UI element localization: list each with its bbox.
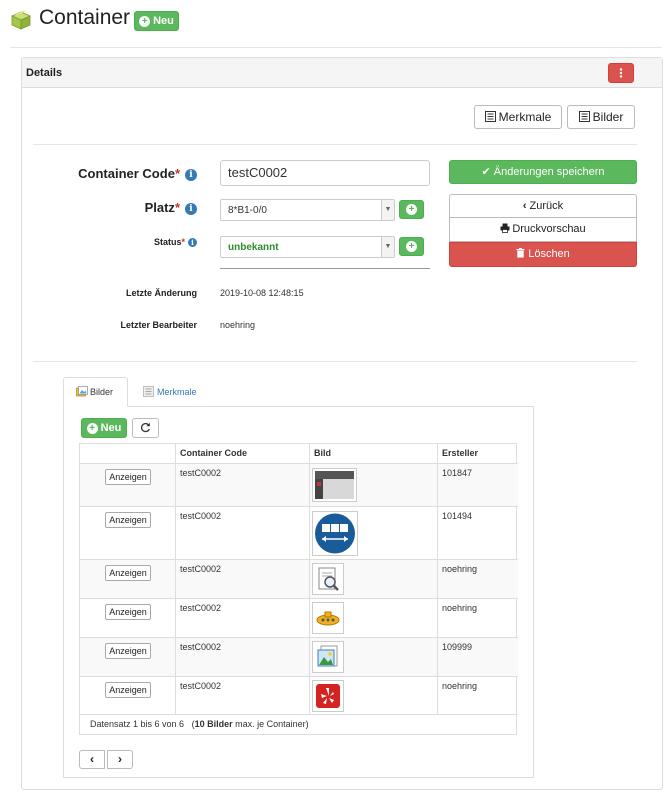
table-row: Anzeigen: [80, 599, 176, 638]
chevron-left-icon: ‹: [522, 200, 527, 212]
panel-menu-button[interactable]: [608, 63, 634, 83]
table-header-cell: Container Code: [176, 444, 310, 464]
last-change-value: 2019-10-08 12:48:15: [220, 288, 304, 298]
vertical-dots-icon: [619, 68, 623, 78]
show-button[interactable]: Anzeigen: [105, 643, 151, 659]
refresh-icon: [140, 422, 150, 433]
form-divider-top: [33, 144, 637, 145]
show-button[interactable]: Anzeigen: [105, 469, 151, 485]
back-button[interactable]: ‹ Zurück: [449, 194, 637, 218]
image-cell: [310, 560, 438, 599]
printer-icon: [500, 223, 510, 233]
image-cell: [310, 464, 438, 507]
container-code-input[interactable]: testC0002: [220, 160, 430, 186]
chevron-left-icon: ‹: [90, 752, 94, 766]
last-change-label: Letzte Änderung: [126, 288, 197, 298]
panel-heading: [22, 58, 662, 88]
creator-cell: 101847: [438, 464, 518, 507]
plus-icon: +: [86, 422, 98, 434]
place-select[interactable]: 8*B1-0/0 ▼: [220, 199, 395, 221]
show-button[interactable]: Anzeigen: [105, 604, 151, 620]
new-image-button[interactable]: + Neu: [81, 418, 127, 438]
list-icon: [578, 111, 590, 122]
chevron-down-icon: ▼: [381, 200, 394, 220]
new-container-button[interactable]: + Neu: [134, 11, 179, 31]
creator-cell: noehring: [438, 677, 518, 715]
blue-sign-icon[interactable]: [312, 511, 358, 556]
plus-icon: +: [406, 203, 417, 215]
place-label: Platz* i: [30, 200, 197, 215]
image-cell: [310, 677, 438, 715]
page-title: Container: [39, 6, 131, 29]
chevron-down-icon: ▼: [381, 237, 394, 257]
photo-thumbnail[interactable]: [312, 468, 357, 502]
table-row: Anzeigen: [80, 464, 176, 507]
previous-page-button[interactable]: ‹: [79, 750, 105, 769]
add-place-button[interactable]: +: [399, 200, 424, 219]
show-button[interactable]: Anzeigen: [105, 682, 151, 698]
refresh-button[interactable]: [132, 418, 159, 438]
creator-cell: noehring: [438, 560, 518, 599]
status-label: Status* i: [30, 237, 197, 248]
info-icon[interactable]: i: [188, 238, 197, 248]
show-button[interactable]: Anzeigen: [105, 512, 151, 528]
table-row: Anzeigen: [80, 677, 176, 715]
image-cell: [310, 638, 438, 677]
image-cell: [310, 507, 438, 560]
picture-icon[interactable]: [312, 641, 344, 673]
image-cell: [310, 599, 438, 638]
table-row: Anzeigen: [80, 507, 176, 560]
show-button[interactable]: Anzeigen: [105, 565, 151, 581]
table-row: Anzeigen: [80, 638, 176, 677]
table-header-cell: Ersteller: [438, 444, 518, 464]
code-cell: testC0002: [176, 638, 310, 677]
delete-button[interactable]: Löschen: [449, 242, 637, 267]
code-cell: testC0002: [176, 677, 310, 715]
status-underline: [220, 268, 430, 269]
code-cell: testC0002: [176, 464, 310, 507]
trash-icon: [516, 248, 525, 258]
plus-icon: +: [139, 15, 151, 27]
yelp-icon[interactable]: [312, 680, 344, 712]
chevron-right-icon: ›: [118, 752, 122, 766]
header-divider: [10, 47, 662, 48]
status-select[interactable]: unbekannt ▼: [220, 236, 395, 258]
submarine-icon[interactable]: [312, 602, 344, 634]
images-button[interactable]: Bilder: [567, 105, 635, 129]
table-row: Anzeigen: [80, 560, 176, 599]
container-logo-icon: [10, 9, 32, 31]
creator-cell: 101494: [438, 507, 518, 560]
container-code-label: Container Code* i: [30, 166, 197, 181]
table-header-cell: Bild: [310, 444, 438, 464]
code-cell: testC0002: [176, 560, 310, 599]
table-header-cell: [80, 444, 176, 464]
features-button[interactable]: Merkmale: [474, 105, 562, 129]
table-footer: Datensatz 1 bis 6 von 6 (10 Bilder max. …: [90, 719, 309, 729]
creator-cell: 109999: [438, 638, 518, 677]
images-table: Container Code Bild Ersteller Anzeigen t…: [79, 443, 518, 735]
notes-icon: [143, 386, 154, 397]
last-editor-value: noehring: [220, 320, 256, 330]
check-icon: ✔: [481, 166, 491, 178]
last-editor-label: Letzter Bearbeiter: [120, 320, 197, 330]
panel-title: Details: [26, 67, 63, 79]
plus-icon: +: [406, 240, 417, 252]
document-search-icon[interactable]: [312, 563, 344, 595]
creator-cell: noehring: [438, 599, 518, 638]
code-cell: testC0002: [176, 507, 310, 560]
info-icon[interactable]: i: [185, 202, 197, 215]
tab-images-label: Bilder: [76, 386, 113, 397]
print-preview-button[interactable]: Druckvorschau: [449, 218, 637, 242]
tab-features[interactable]: Merkmale: [143, 386, 197, 397]
add-status-button[interactable]: +: [399, 237, 424, 256]
save-changes-button[interactable]: ✔ Änderungen speichern: [449, 160, 637, 184]
list-icon: [484, 111, 496, 122]
form-divider-bottom: [33, 361, 637, 362]
info-icon[interactable]: i: [185, 168, 197, 181]
next-page-button[interactable]: ›: [107, 750, 133, 769]
images-icon: [76, 386, 88, 397]
code-cell: testC0002: [176, 599, 310, 638]
